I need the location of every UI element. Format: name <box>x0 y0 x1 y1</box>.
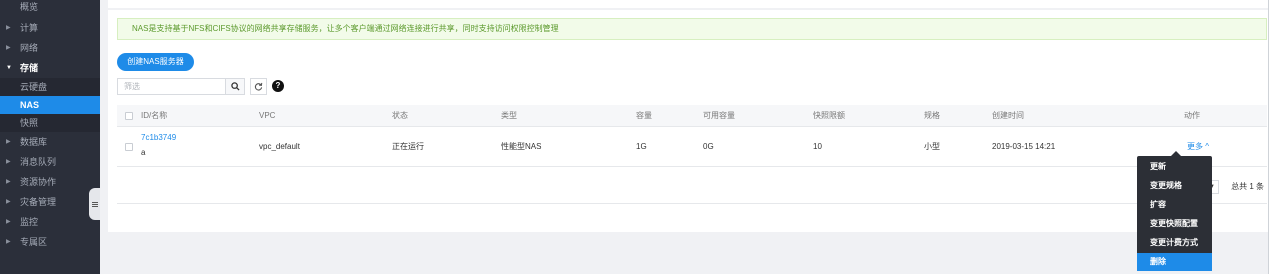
chevron-right-icon: ▶ <box>6 139 11 145</box>
menu-item-delete[interactable]: 删除 <box>1137 253 1212 271</box>
sidebar-item-label: 数据库 <box>20 137 48 147</box>
type-cell: 性能型NAS <box>501 142 542 151</box>
menu-item-snapshot-config[interactable]: 变更快照配置 <box>1137 215 1212 233</box>
menu-item-billing[interactable]: 变更计费方式 <box>1137 234 1212 252</box>
snapshot-quota-cell: 10 <box>813 142 822 151</box>
chevron-right-icon: ▶ <box>6 239 11 245</box>
menu-collapse-icon <box>91 201 98 208</box>
sidebar-subitem-snapshot[interactable]: 快照 <box>0 114 100 132</box>
sidebar-item-overview[interactable]: 概览 <box>0 0 100 18</box>
sidebar-item-label: 网络 <box>20 43 39 53</box>
menu-item-update[interactable]: 更新 <box>1137 158 1212 176</box>
col-header-vpc: VPC <box>259 111 276 120</box>
col-header-created: 创建时间 <box>992 111 1024 120</box>
top-strip <box>108 0 1269 8</box>
sidebar-item-label: 存储 <box>20 63 39 73</box>
sidebar-item-label: 监控 <box>20 217 39 227</box>
refresh-icon <box>254 82 263 91</box>
search-box: 筛选 <box>117 78 245 95</box>
created-cell: 2019-03-15 14:21 <box>992 142 1056 151</box>
pagination-bar: ▼ 总共 1 条 <box>117 170 1267 204</box>
available-cell: 0G <box>703 142 714 151</box>
chevron-right-icon: ▶ <box>6 45 11 51</box>
chevron-down-icon: ▼ <box>6 65 12 71</box>
chevron-right-icon: ▶ <box>6 179 11 185</box>
info-notice: NAS是支持基于NFS和CIFS协议的网络共享存储服务，让多个客户端通过网络连接… <box>117 18 1267 40</box>
select-all-checkbox[interactable] <box>125 112 133 120</box>
chevron-right-icon: ▶ <box>6 25 11 31</box>
sidebar-item-network[interactable]: ▶ 网络 <box>0 38 100 58</box>
chevron-right-icon: ▶ <box>6 199 11 205</box>
more-actions-menu: 更新 变更规格 扩容 变更快照配置 变更计费方式 删除 <box>1137 151 1212 271</box>
sidebar-item-message-queue[interactable]: ▶ 消息队列 <box>0 152 100 172</box>
sidebar-collapse-handle[interactable] <box>89 188 100 220</box>
sidebar-item-database[interactable]: ▶ 数据库 <box>0 132 100 152</box>
nas-table: ID/名称 VPC 状态 类型 容量 可用容量 快照限额 规格 创建时间 动作 … <box>117 105 1267 167</box>
create-nas-button[interactable]: 创建NAS服务器 <box>117 53 194 71</box>
col-header-action: 动作 <box>1184 111 1200 120</box>
sidebar-item-storage[interactable]: ▼ 存储 <box>0 58 100 78</box>
col-header-snapshot-quota: 快照限额 <box>813 111 845 120</box>
id-name-cell: 7c1b3749 a <box>141 132 176 159</box>
sidebar: 概览 ▶ 计算 ▶ 网络 ▼ 存储 云硬盘 NAS 快照 ▶ 数据库 ▶ 消息队… <box>0 0 100 274</box>
refresh-button[interactable] <box>250 78 267 95</box>
col-header-spec: 规格 <box>924 111 940 120</box>
menu-item-expand[interactable]: 扩容 <box>1137 196 1212 214</box>
col-header-available: 可用容量 <box>703 111 735 120</box>
sidebar-item-label: 资源协作 <box>20 177 57 187</box>
status-cell: 正在运行 <box>392 142 424 151</box>
main-content: NAS是支持基于NFS和CIFS协议的网络共享存储服务，让多个客户端通过网络连接… <box>100 0 1269 274</box>
sidebar-item-dedicated-zone[interactable]: ▶ 专属区 <box>0 232 100 252</box>
sidebar-subitem-nas[interactable]: NAS <box>0 96 100 114</box>
search-button[interactable] <box>225 78 245 95</box>
search-input[interactable]: 筛选 <box>124 79 140 94</box>
col-header-id: ID/名称 <box>141 111 168 120</box>
chevron-right-icon: ▶ <box>6 219 11 225</box>
spec-cell: 小型 <box>924 142 940 151</box>
sidebar-subitem-cloud-disk[interactable]: 云硬盘 <box>0 78 100 96</box>
search-icon <box>230 82 240 91</box>
sidebar-item-label: 灾备管理 <box>20 197 57 207</box>
capacity-cell: 1G <box>636 142 647 151</box>
table-header: ID/名称 VPC 状态 类型 容量 可用容量 快照限额 规格 创建时间 动作 <box>117 105 1267 127</box>
sidebar-item-label: 专属区 <box>20 237 48 247</box>
chevron-right-icon: ▶ <box>6 159 11 165</box>
table-row: 7c1b3749 a vpc_default 正在运行 性能型NAS 1G 0G… <box>117 127 1267 167</box>
sidebar-item-label: 计算 <box>20 23 39 33</box>
vpc-cell: vpc_default <box>259 142 300 151</box>
sidebar-item-label: 消息队列 <box>20 157 57 167</box>
sidebar-item-monitor[interactable]: ▶ 监控 <box>0 212 100 232</box>
col-header-status: 状态 <box>392 111 408 120</box>
col-header-type: 类型 <box>501 111 517 120</box>
nas-name: a <box>141 148 146 157</box>
row-checkbox[interactable] <box>125 143 133 151</box>
total-count: 总共 1 条 <box>1231 182 1264 191</box>
col-header-capacity: 容量 <box>636 111 652 120</box>
menu-item-change-spec[interactable]: 变更规格 <box>1137 177 1212 195</box>
sidebar-item-resource-collab[interactable]: ▶ 资源协作 <box>0 172 100 192</box>
nas-id-link[interactable]: 7c1b3749 <box>141 132 176 144</box>
sidebar-item-compute[interactable]: ▶ 计算 <box>0 18 100 38</box>
help-icon[interactable]: ? <box>272 80 284 92</box>
nas-panel: NAS是支持基于NFS和CIFS协议的网络共享存储服务，让多个客户端通过网络连接… <box>108 10 1269 232</box>
sidebar-item-disaster-recovery[interactable]: ▶ 灾备管理 <box>0 192 100 212</box>
